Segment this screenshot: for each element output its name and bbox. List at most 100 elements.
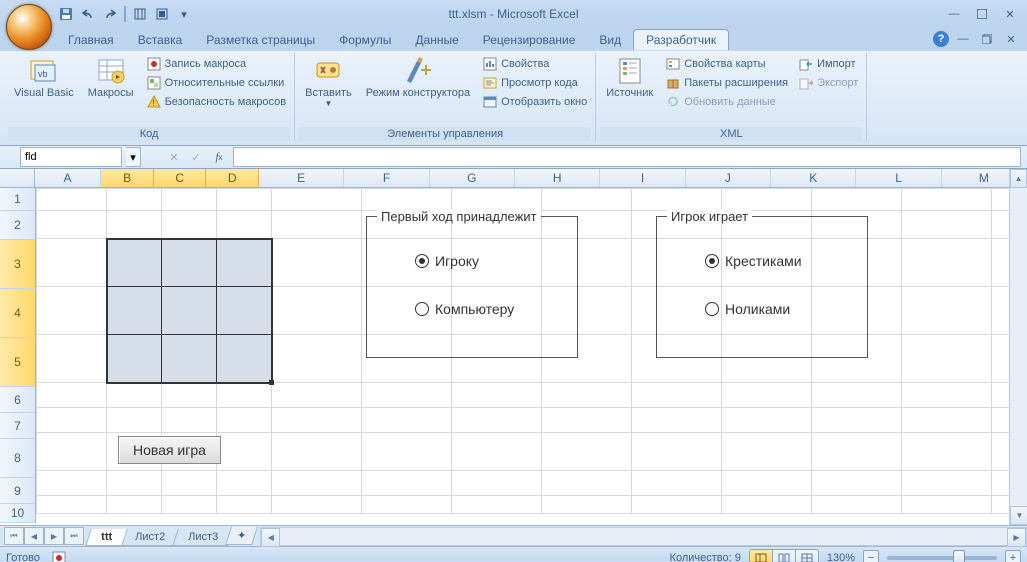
scroll-left-icon[interactable]: ◀ bbox=[261, 528, 280, 547]
properties-icon bbox=[482, 56, 498, 72]
col-header[interactable]: K bbox=[771, 169, 856, 187]
col-header[interactable]: A bbox=[35, 169, 102, 187]
tab-first-icon[interactable]: ⏮ bbox=[4, 527, 24, 545]
row-header[interactable]: 9 bbox=[0, 478, 36, 504]
office-button[interactable] bbox=[6, 4, 52, 50]
zoom-out-icon[interactable]: − bbox=[863, 550, 879, 562]
expansion-packs-button[interactable]: Пакеты расширения bbox=[661, 74, 792, 92]
save-icon[interactable] bbox=[56, 4, 76, 24]
qat-custom1-icon[interactable] bbox=[130, 4, 150, 24]
col-header[interactable]: D bbox=[206, 169, 259, 187]
visual-basic-button[interactable]: vb Visual Basic bbox=[8, 53, 80, 101]
select-all-corner[interactable] bbox=[0, 169, 35, 187]
tab-last-icon[interactable]: ⏭ bbox=[64, 527, 84, 545]
ribbon-tab-2[interactable]: Разметка страницы bbox=[194, 30, 327, 50]
insert-control-button[interactable]: Вставить▼ bbox=[299, 53, 358, 110]
map-props-icon bbox=[665, 56, 681, 72]
row-header[interactable]: 2 bbox=[0, 211, 36, 240]
scroll-up-icon[interactable]: ▲ bbox=[1010, 169, 1027, 188]
row-header[interactable]: 8 bbox=[0, 439, 36, 478]
scroll-right-icon[interactable]: ▶ bbox=[1007, 528, 1026, 547]
mdi-close-icon[interactable]: ✕ bbox=[1001, 30, 1021, 48]
mdi-restore-icon[interactable] bbox=[977, 30, 997, 48]
qat-custom2-icon[interactable] bbox=[152, 4, 172, 24]
qat-dropdown-icon[interactable]: ▾ bbox=[174, 4, 194, 24]
zoom-thumb[interactable] bbox=[953, 550, 965, 562]
zoom-in-icon[interactable]: + bbox=[1005, 550, 1021, 562]
groupbox-player-mark-option-1[interactable]: Ноликами bbox=[705, 301, 790, 317]
design-mode-icon bbox=[402, 55, 434, 87]
row-header[interactable]: 7 bbox=[0, 413, 36, 439]
maximize-icon[interactable] bbox=[969, 4, 995, 24]
macro-security-button[interactable]: !Безопасность макросов bbox=[142, 93, 291, 111]
ribbon-tab-5[interactable]: Рецензирование bbox=[471, 30, 588, 50]
macro-record-status-icon[interactable] bbox=[52, 551, 66, 562]
redo-icon[interactable] bbox=[100, 4, 120, 24]
status-ready: Готово bbox=[6, 552, 40, 562]
new-game-button[interactable]: Новая игра bbox=[118, 436, 221, 464]
col-header[interactable]: J bbox=[686, 169, 771, 187]
col-header[interactable]: B bbox=[101, 169, 154, 187]
properties-button[interactable]: Свойства bbox=[478, 55, 591, 73]
sheet-tab-1[interactable]: Лист2 bbox=[119, 529, 181, 546]
scroll-down-icon[interactable]: ▼ bbox=[1010, 506, 1027, 525]
groupbox-player-mark-option-0[interactable]: Крестиками bbox=[705, 253, 802, 269]
row-header[interactable]: 3 bbox=[0, 240, 36, 289]
record-macro-button[interactable]: Запись макроса bbox=[142, 55, 291, 73]
view-page-break-icon[interactable] bbox=[796, 550, 818, 562]
fill-handle[interactable] bbox=[269, 380, 274, 385]
macros-button[interactable]: Макросы bbox=[82, 53, 140, 101]
import-button[interactable]: Импорт bbox=[794, 55, 862, 73]
name-box-dropdown-icon[interactable]: ▾ bbox=[126, 147, 141, 167]
tab-next-icon[interactable]: ▶ bbox=[44, 527, 64, 545]
run-dialog-button[interactable]: Отобразить окно bbox=[478, 93, 591, 111]
col-header[interactable]: H bbox=[515, 169, 600, 187]
view-normal-icon[interactable] bbox=[750, 550, 773, 562]
map-properties-button[interactable]: Свойства карты bbox=[661, 55, 792, 73]
relative-refs-button[interactable]: Относительные ссылки bbox=[142, 74, 291, 92]
name-box[interactable]: fld bbox=[20, 147, 122, 167]
col-header[interactable]: I bbox=[600, 169, 685, 187]
close-icon[interactable]: ✕ bbox=[997, 4, 1023, 24]
row-header[interactable]: 5 bbox=[0, 338, 36, 387]
ribbon-tab-7[interactable]: Разработчик bbox=[633, 29, 729, 50]
groupbox-first-move-option-0[interactable]: Игроку bbox=[415, 253, 479, 269]
zoom-slider[interactable] bbox=[887, 556, 997, 560]
minimize-icon[interactable]: — bbox=[941, 4, 967, 24]
row-header[interactable]: 10 bbox=[0, 504, 36, 523]
xml-source-button[interactable]: Источник bbox=[600, 53, 659, 101]
design-mode-button[interactable]: Режим конструктора bbox=[360, 53, 476, 101]
refresh-data-button[interactable]: Обновить данные bbox=[661, 93, 792, 111]
view-page-layout-icon[interactable] bbox=[773, 550, 796, 562]
new-sheet-tab[interactable]: ✦ bbox=[225, 527, 258, 545]
row-header[interactable]: 1 bbox=[0, 188, 36, 211]
status-count: Количество: 9 bbox=[670, 552, 741, 562]
row-header[interactable]: 4 bbox=[0, 289, 36, 338]
ribbon-tab-1[interactable]: Вставка bbox=[126, 30, 195, 50]
export-button[interactable]: Экспорт bbox=[794, 74, 862, 92]
ribbon-tab-3[interactable]: Формулы bbox=[327, 30, 403, 50]
view-code-button[interactable]: Просмотр кода bbox=[478, 74, 591, 92]
col-header[interactable]: E bbox=[259, 169, 344, 187]
col-header[interactable]: G bbox=[430, 169, 515, 187]
formula-input[interactable] bbox=[233, 147, 1021, 167]
ribbon-tab-6[interactable]: Вид bbox=[587, 30, 633, 50]
col-header[interactable]: C bbox=[154, 169, 207, 187]
help-icon[interactable]: ? bbox=[933, 31, 949, 47]
visual-basic-icon: vb bbox=[28, 55, 60, 87]
ribbon-tab-0[interactable]: Главная bbox=[56, 30, 126, 50]
sheet-tab-0[interactable]: ttt bbox=[85, 529, 128, 546]
ribbon-tab-4[interactable]: Данные bbox=[403, 30, 470, 50]
groupbox-first-move-option-1[interactable]: Компьютеру bbox=[415, 301, 514, 317]
tab-prev-icon[interactable]: ◀ bbox=[24, 527, 44, 545]
grid[interactable]: Новая играПервый ход принадлежитИгрокуКо… bbox=[36, 188, 1027, 513]
vertical-scrollbar[interactable]: ▲ ▼ bbox=[1009, 169, 1027, 525]
fx-icon[interactable]: fx bbox=[209, 148, 229, 166]
row-header[interactable]: 6 bbox=[0, 387, 36, 413]
horizontal-scrollbar[interactable]: ◀ ▶ bbox=[260, 527, 1027, 546]
undo-icon[interactable] bbox=[78, 4, 98, 24]
col-header[interactable]: F bbox=[344, 169, 429, 187]
zoom-level[interactable]: 130% bbox=[827, 552, 855, 562]
col-header[interactable]: L bbox=[856, 169, 941, 187]
mdi-minimize-icon[interactable]: — bbox=[953, 30, 973, 48]
